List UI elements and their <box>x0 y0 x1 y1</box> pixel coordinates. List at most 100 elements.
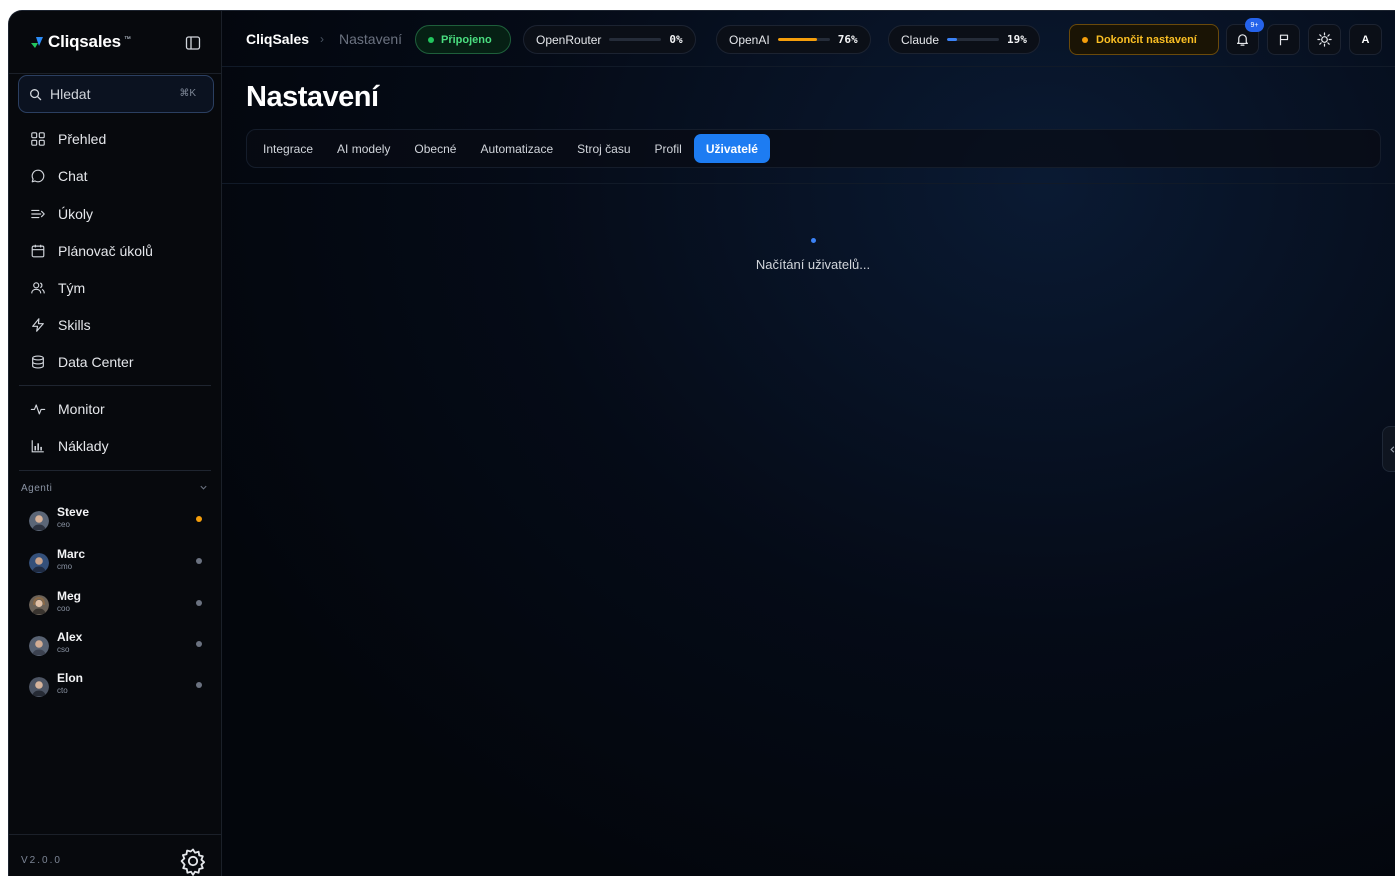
chevron-left-icon <box>1389 445 1394 453</box>
usage-percent: 76% <box>837 33 858 46</box>
usage-percent: 0% <box>669 33 683 46</box>
agent-name: Meg <box>57 589 81 603</box>
tab-obecne[interactable]: Obecné <box>402 134 468 163</box>
sidebar-item-label: Skills <box>58 317 91 333</box>
brand-logo[interactable]: Cliqsales ™ <box>29 32 131 52</box>
tab-stroj-casu[interactable]: Stroj času <box>565 134 642 163</box>
agent-name: Steve <box>57 505 90 519</box>
agent-status-dot <box>196 682 202 688</box>
agent-role: cso <box>57 645 70 654</box>
top-bar: CliqSales › Nastavení Připojeno OpenRout… <box>222 11 1395 67</box>
sidebar-item-chat[interactable]: Chat <box>19 160 211 192</box>
notifications-button[interactable]: 9+ <box>1226 18 1264 55</box>
grid-icon <box>29 130 47 148</box>
sidebar-item-skills[interactable]: Skills <box>19 309 211 341</box>
sidebar-item-tym[interactable]: Tým <box>19 272 211 304</box>
chevron-down-icon[interactable] <box>199 483 208 492</box>
usage-bar-fill <box>947 38 957 41</box>
breadcrumb-current: Nastavení <box>339 31 403 47</box>
search-input[interactable]: Hledat ⌘K <box>18 75 214 113</box>
status-dot <box>428 36 434 43</box>
agent-status-dot <box>196 558 202 564</box>
usage-percent: 19% <box>1007 33 1027 46</box>
agent-role: cmo <box>57 562 73 571</box>
sidebar-item-monitor[interactable]: Monitor <box>19 393 211 425</box>
sidebar-item-label: Úkoly <box>58 206 94 222</box>
brand-name: Cliqsales <box>48 32 121 51</box>
agent-name: Alex <box>57 630 83 644</box>
agent-status-dot <box>196 516 202 522</box>
tab-ai-modely[interactable]: AI modely <box>325 134 402 163</box>
sidebar-item-planovac[interactable]: Plánovač úkolů <box>19 235 211 267</box>
sidebar-collapse-icon[interactable] <box>185 35 201 51</box>
loading-spinner <box>811 238 816 243</box>
provider-usage-openai[interactable]: OpenAI 76% <box>716 25 871 54</box>
theme-toggle-button[interactable] <box>1308 24 1341 55</box>
usage-bar <box>609 38 662 41</box>
tab-uzivatele[interactable]: Uživatelé <box>693 134 770 163</box>
sidebar-item-label: Přehled <box>58 131 107 147</box>
flag-button[interactable] <box>1267 24 1300 55</box>
sidebar-item-label: Data Center <box>58 354 134 370</box>
user-avatar-button[interactable]: A <box>1349 24 1382 55</box>
agent-role: ceo <box>57 520 70 529</box>
tab-profil[interactable]: Profil <box>643 134 694 163</box>
agent-item-meg[interactable]: Meg coo <box>19 587 211 623</box>
provider-usage-openrouter[interactable]: OpenRouter 0% <box>523 25 696 54</box>
sidebar-divider <box>19 470 211 471</box>
app-version: V2.0.0 <box>21 855 62 866</box>
sun-icon <box>1317 32 1332 47</box>
breadcrumb-separator: › <box>320 32 324 46</box>
right-panel-toggle[interactable] <box>1382 426 1395 472</box>
agent-item-steve[interactable]: Steve ceo <box>19 503 211 539</box>
bell-icon <box>1237 34 1248 46</box>
team-icon <box>29 279 47 297</box>
sidebar-item-label: Tým <box>58 280 86 296</box>
sidebar-item-ukoly[interactable]: Úkoly <box>19 198 211 230</box>
sidebar-item-prehled[interactable]: Přehled <box>19 123 211 155</box>
content-divider <box>222 183 1395 184</box>
breadcrumb-root[interactable]: CliqSales <box>246 31 309 47</box>
avatar <box>29 595 49 615</box>
agent-item-marc[interactable]: Marc cmo <box>19 545 211 581</box>
finish-setup-button[interactable]: Dokončit nastavení <box>1069 24 1219 55</box>
sidebar-item-label: Chat <box>58 168 88 184</box>
tab-automatizace[interactable]: Automatizace <box>468 134 565 163</box>
loading-text: Načítání uživatelů... <box>755 257 871 272</box>
provider-name: Claude <box>901 32 940 47</box>
agents-section-label: Agenti <box>21 483 53 494</box>
agent-role: cto <box>57 686 68 695</box>
provider-usage-claude[interactable]: Claude 19% <box>888 25 1040 54</box>
page-title: Nastavení <box>246 81 379 113</box>
lightning-icon <box>29 316 47 334</box>
sidebar-item-label: Plánovač úkolů <box>58 243 153 259</box>
tasks-icon <box>29 205 47 223</box>
finish-setup-label: Dokončit nastavení <box>1096 33 1197 46</box>
avatar <box>29 677 49 697</box>
logo-row: Cliqsales ™ <box>9 11 222 74</box>
avatar <box>29 511 49 531</box>
connection-status-badge: Připojeno <box>415 25 511 54</box>
database-icon <box>29 353 47 371</box>
search-placeholder: Hledat <box>50 86 91 102</box>
bar-chart-icon <box>29 437 47 455</box>
sidebar-footer: V2.0.0 <box>9 834 222 876</box>
gear-icon[interactable] <box>177 845 209 876</box>
sidebar-item-data-center[interactable]: Data Center <box>19 346 211 378</box>
search-icon <box>30 88 42 100</box>
sidebar-item-naklady[interactable]: Náklady <box>19 430 211 462</box>
provider-name: OpenAI <box>729 32 770 47</box>
agent-item-alex[interactable]: Alex cso <box>19 628 211 664</box>
agent-status-dot <box>196 641 202 647</box>
agent-item-elon[interactable]: Elon cto <box>19 669 211 705</box>
finish-setup-dot <box>1082 36 1088 43</box>
agent-role: coo <box>57 604 70 613</box>
user-initial: A <box>1361 33 1370 46</box>
agent-name: Marc <box>57 547 86 561</box>
main-content: CliqSales › Nastavení Připojeno OpenRout… <box>222 11 1395 876</box>
settings-tabs: Integrace AI modely Obecné Automatizace … <box>246 129 1381 168</box>
tab-integrace[interactable]: Integrace <box>251 134 325 163</box>
usage-bar-fill <box>777 38 818 41</box>
activity-icon <box>29 400 47 418</box>
sidebar-item-label: Náklady <box>58 438 109 454</box>
